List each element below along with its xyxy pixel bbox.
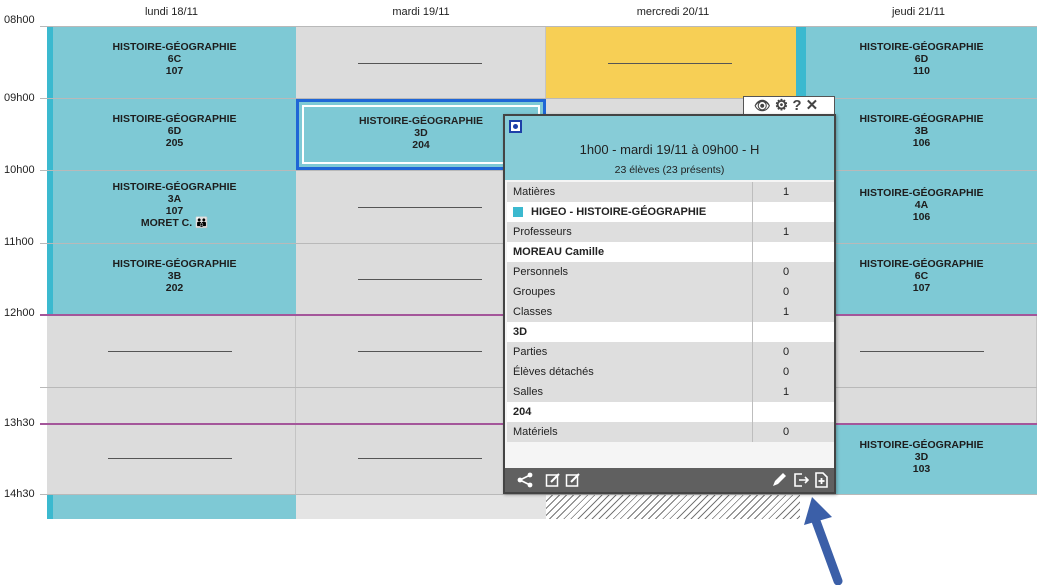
add-document-icon[interactable] <box>813 472 829 492</box>
course-subject: HISTOIRE-GÉOGRAPHIE <box>112 41 237 53</box>
day-header-thursday: jeudi 21/11 <box>891 6 945 18</box>
course-class: 4A <box>914 199 929 211</box>
close-icon[interactable]: ✕ <box>806 97 819 114</box>
edit-note-icon[interactable] <box>545 472 561 492</box>
detail-row: 204 <box>507 402 834 422</box>
course-card[interactable]: HISTOIRE-GÉOGRAPHIE 6D 110 <box>800 27 1037 98</box>
pencil-icon[interactable] <box>771 472 787 492</box>
hatched-slot <box>546 495 800 519</box>
record-checkbox-icon[interactable] <box>509 120 522 133</box>
course-detail-popup: 1h00 - mardi 19/11 à 09h00 - H 23 élèves… <box>503 114 836 494</box>
empty-slot-mark <box>608 63 732 64</box>
edit-note-alt-icon[interactable] <box>565 472 581 492</box>
course-room: 107 <box>165 205 184 217</box>
popup-toolbar: 👁 ⚙ ? ✕ <box>743 96 835 116</box>
day-header-wednesday: mercredi 20/11 <box>636 6 710 18</box>
day-column-monday[interactable] <box>47 316 296 494</box>
detail-row: HIGEO - HISTOIRE-GÉOGRAPHIE <box>507 202 834 222</box>
course-subject: HISTOIRE-GÉOGRAPHIE <box>859 439 984 451</box>
course-subject: HISTOIRE-GÉOGRAPHIE <box>112 258 237 270</box>
course-card[interactable]: HISTOIRE-GÉOGRAPHIE 6C 107 <box>47 27 296 98</box>
detail-row: Matières 1 <box>507 182 834 202</box>
detail-row: Parties 0 <box>507 342 834 362</box>
popup-header: 1h00 - mardi 19/11 à 09h00 - H 23 élèves… <box>505 116 834 180</box>
day-header-tuesday: mardi 19/11 <box>392 6 450 18</box>
detail-row: Élèves détachés 0 <box>507 362 834 382</box>
hour-label: 11h00 <box>4 236 34 248</box>
share-icon[interactable] <box>517 472 533 492</box>
popup-footer <box>505 468 834 492</box>
empty-slot <box>296 495 546 519</box>
empty-slot-mark <box>358 279 482 280</box>
course-class: 3D <box>914 451 929 463</box>
popup-title: 1h00 - mardi 19/11 à 09h00 - H <box>579 142 760 157</box>
course-card[interactable] <box>47 495 296 519</box>
empty-slot-mark <box>358 458 482 459</box>
course-class: 3A <box>167 193 182 205</box>
course-room: 103 <box>912 463 931 475</box>
empty-slot-mark <box>358 351 482 352</box>
course-class: 3B <box>167 270 182 282</box>
course-room: 106 <box>912 137 931 149</box>
empty-slot-mark <box>108 351 232 352</box>
empty-slot-mark <box>860 351 984 352</box>
hour-label: 13h30 <box>4 417 35 429</box>
course-card[interactable]: HISTOIRE-GÉOGRAPHIE 3A 107 MORET C. 👪 <box>47 171 296 243</box>
detail-row: Salles 1 <box>507 382 834 402</box>
course-teacher: MORET C. <box>140 217 193 229</box>
course-subject: HISTOIRE-GÉOGRAPHIE <box>112 181 237 193</box>
detail-row: Groupes 0 <box>507 282 834 302</box>
hour-label: 09h00 <box>4 92 35 104</box>
day-header-monday: lundi 18/11 <box>144 6 198 18</box>
empty-slot-mark <box>108 458 232 459</box>
detail-row: MOREAU Camille <box>507 242 834 262</box>
course-class: 3B <box>914 125 929 137</box>
course-class: 6C <box>167 53 182 65</box>
export-icon[interactable] <box>793 472 810 492</box>
course-room: 110 <box>913 65 930 77</box>
teacher-people-icon: 👪 <box>195 217 209 229</box>
course-class: 6C <box>914 270 929 282</box>
hour-label: 08h00 <box>4 14 35 26</box>
course-room: 107 <box>165 65 184 77</box>
detail-row: 3D <box>507 322 834 342</box>
hour-label: 14h30 <box>4 488 35 500</box>
course-card[interactable]: HISTOIRE-GÉOGRAPHIE 6D 205 <box>47 99 296 170</box>
empty-slot-mark <box>358 63 482 64</box>
eye-icon[interactable]: 👁 <box>754 98 771 113</box>
course-subject: HISTOIRE-GÉOGRAPHIE <box>859 258 984 270</box>
help-icon[interactable]: ? <box>792 97 801 114</box>
course-subject: HISTOIRE-GÉOGRAPHIE <box>112 113 237 125</box>
course-room: 205 <box>165 137 184 149</box>
course-subject: HISTOIRE-GÉOGRAPHIE <box>859 187 984 199</box>
course-class: 6D <box>914 53 929 65</box>
gear-icon[interactable]: ⚙ <box>775 97 788 114</box>
empty-slot-mark <box>358 207 482 208</box>
hour-label: 12h00 <box>4 307 35 319</box>
detail-row: Matériels 0 <box>507 422 834 442</box>
course-room: 202 <box>165 282 184 294</box>
course-card[interactable]: HISTOIRE-GÉOGRAPHIE 3B 202 <box>47 244 296 314</box>
course-room: 107 <box>912 282 931 294</box>
pointer-arrow <box>804 497 843 585</box>
popup-subtitle: 23 élèves (23 présents) <box>614 164 725 176</box>
detail-row: Personnels 0 <box>507 262 834 282</box>
subject-color-icon <box>513 207 523 217</box>
detail-row: Professeurs 1 <box>507 222 834 242</box>
course-teacher-line: MORET C. 👪 <box>53 217 296 229</box>
course-subject: HISTOIRE-GÉOGRAPHIE <box>859 113 984 125</box>
detail-row: Classes 1 <box>507 302 834 322</box>
course-class: 6D <box>167 125 182 137</box>
course-room: 106 <box>912 211 931 223</box>
hour-label: 10h00 <box>4 164 35 176</box>
course-subject: HISTOIRE-GÉOGRAPHIE <box>859 41 984 53</box>
